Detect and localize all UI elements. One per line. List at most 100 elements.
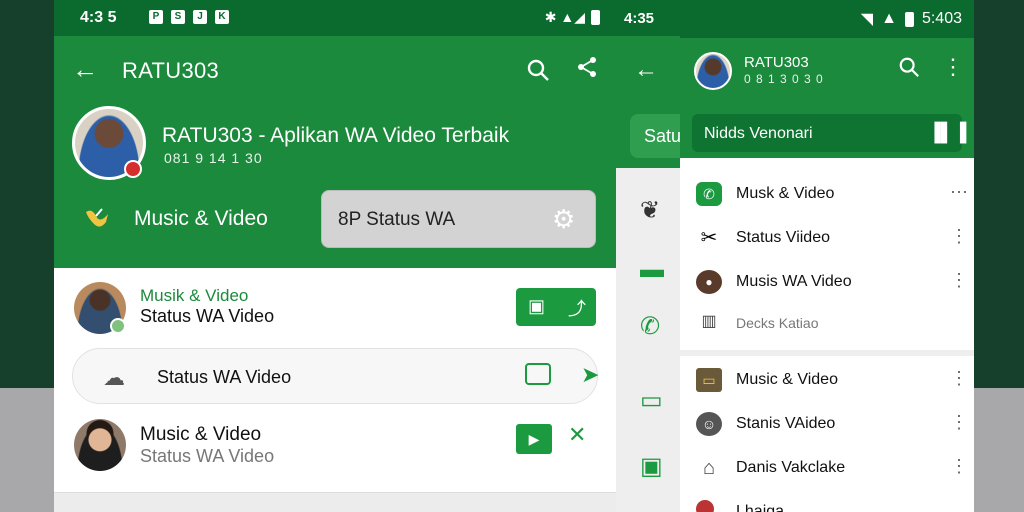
back-arrow-icon[interactable]: ←: [634, 56, 658, 84]
music-note-icon: [86, 208, 108, 227]
wifi-icon: ◥: [860, 11, 874, 28]
tab-chip-label: Satu: [644, 126, 680, 146]
list-item-label: Decks Katiao: [736, 315, 819, 331]
app-header: ← Satu: [616, 36, 680, 168]
list-item-label: Status Viideo: [736, 229, 830, 246]
phone-screen-middle: 4:35 ← Satu ❦ ▬ ✆ ▭ ▣: [616, 0, 680, 512]
list-item-label: Stanis VAideo: [736, 415, 836, 432]
search-bar[interactable]: Nidds Venonari ▐▌▐: [692, 114, 966, 152]
whatsapp-icon: ✆: [696, 182, 722, 206]
status-system-icons: ✱ ▲◢: [545, 9, 600, 26]
online-badge: [110, 318, 126, 334]
list-item[interactable]: Musik & Video Status WA Video ▣ ⤴: [54, 270, 616, 344]
equalizer-icon[interactable]: ▐▌▐: [928, 122, 966, 143]
chat-icon[interactable]: ▣: [528, 296, 545, 317]
header-title: RATU303: [122, 58, 220, 83]
cloud-icon: ☁: [103, 365, 125, 390]
scissors-icon: ✂: [700, 227, 718, 249]
list-item[interactable]: ⌂ Danis Vakclake ⋮: [680, 446, 974, 490]
status-bar: 4:3 5 P S J K ✱ ▲◢: [54, 0, 616, 36]
video-button-icon[interactable]: ▶: [516, 424, 552, 454]
list-item-label: Danis Vakclake: [736, 459, 846, 476]
menu-list: ✆ Musk & Video ⋯ ✂ Status Viideo ⋮ ● Mus…: [680, 162, 974, 344]
bottom-bar: [54, 492, 616, 512]
more-options-icon[interactable]: ⋮: [950, 226, 968, 247]
menu-list: ▭ Music & Video ⋮ ☺ Stanis VAideo ⋮ ⌂ Da…: [680, 350, 974, 512]
list-item[interactable]: ☁ Status WA Video ➤: [54, 348, 616, 404]
list-item-label: Music & Video: [736, 371, 838, 388]
list-item[interactable]: Music & Video Status WA Video ▶ ✕: [54, 410, 616, 482]
video-icon[interactable]: [525, 363, 551, 385]
tab-chip[interactable]: Satu: [630, 114, 680, 158]
avatar: [696, 500, 714, 512]
list-item[interactable]: ▭ Music & Video ⋮: [680, 358, 974, 402]
back-arrow-icon[interactable]: ←: [72, 56, 98, 82]
status-system-icons: ◥ ▲ 5:403: [861, 9, 962, 29]
notification-icon: S: [171, 10, 185, 24]
action-button-group[interactable]: ▣ ⤴: [516, 288, 596, 326]
search-icon[interactable]: [526, 58, 550, 87]
chat-icon[interactable]: ▬: [640, 256, 664, 284]
more-options-icon[interactable]: ⋮: [950, 412, 968, 433]
list-item-title: Music & Video: [140, 424, 262, 445]
share-icon[interactable]: ⤴: [568, 295, 586, 321]
list-item-subtitle: Status WA Video: [140, 306, 275, 326]
more-options-icon[interactable]: ⋮: [950, 368, 968, 389]
phone-screen-main: 4:3 5 P S J K ✱ ▲◢ ← RATU303 RATU303 - A…: [54, 0, 616, 512]
profile-name: RATU303 - Aplikan WA Video Terbaik: [162, 124, 510, 147]
list-item[interactable]: ✆ Musk & Video ⋯: [680, 172, 974, 216]
notification-icon: J: [193, 10, 207, 24]
status-wa-button[interactable]: 8P Status WA ⚙: [321, 190, 596, 248]
app-header: RATU303 0 8 1 3 0 3 0 ⋮ Nidds Venonari ▐…: [680, 38, 974, 158]
status-bar: ◥ ▲ 5:403: [680, 0, 974, 38]
status-wa-label: 8P Status WA: [338, 209, 456, 230]
list-item[interactable]: Lhaiga...: [680, 490, 974, 512]
avatar[interactable]: [694, 52, 732, 90]
notification-icon: P: [149, 10, 163, 24]
list-item-title: Musik & Video: [140, 286, 249, 305]
more-options-icon[interactable]: ⋯: [950, 182, 968, 203]
music-video-label[interactable]: Music & Video: [134, 207, 268, 231]
search-placeholder: Nidds Venonari: [704, 125, 813, 142]
list-item[interactable]: ● Musis WA Video ⋮: [680, 260, 974, 304]
search-icon[interactable]: [898, 56, 920, 83]
dog-icon[interactable]: ❦: [640, 196, 660, 225]
avatar-badge: [124, 160, 142, 178]
home-icon: ⌂: [702, 457, 716, 479]
notification-icon: K: [215, 10, 229, 24]
profile-number: 081 9 14 1 30: [164, 150, 263, 166]
signal-icon: ▲: [881, 10, 897, 27]
status-app-icons: P S J K: [149, 10, 229, 24]
list-item[interactable]: ☺ Stanis VAideo ⋮: [680, 402, 974, 446]
side-icon-strip: ❦ ▬ ✆ ▭ ▣: [616, 168, 680, 512]
list-item-label: Musis WA Video: [736, 273, 852, 290]
list-item-label: Musk & Video: [736, 185, 835, 202]
list-item-subtitle: Status WA Video: [140, 446, 275, 466]
more-options-icon[interactable]: ⋮: [950, 456, 968, 477]
list-item-label: Lhaiga...: [736, 503, 798, 512]
battery-icon: [591, 10, 600, 25]
status-bar: 4:35: [616, 0, 680, 36]
video-icon[interactable]: ▭: [640, 386, 663, 415]
more-options-icon[interactable]: ⋮: [942, 54, 964, 80]
bar-chart-icon: ▥: [701, 313, 717, 330]
battery-icon: [904, 11, 914, 27]
list-item[interactable]: ▥ Decks Katiao: [680, 300, 974, 344]
send-icon[interactable]: ➤: [581, 362, 599, 388]
more-options-icon[interactable]: ⋮: [950, 270, 968, 291]
status-time: 5:403: [921, 10, 962, 27]
status-time: 4:3 5: [80, 9, 117, 26]
chat-bubble-icon: ☺: [696, 412, 722, 436]
profile-name: RATU303: [744, 54, 809, 71]
close-icon[interactable]: ✕: [568, 422, 586, 448]
phone-icon[interactable]: ✆: [640, 312, 660, 341]
photo-icon: ●: [696, 270, 722, 294]
status-icon[interactable]: ▣: [640, 452, 663, 481]
avatar: [74, 419, 126, 471]
share-icon[interactable]: [576, 56, 598, 84]
profile-number: 0 8 1 3 0 3 0: [744, 72, 824, 86]
list-item[interactable]: ✂ Status Viideo ⋮: [680, 216, 974, 260]
gear-icon[interactable]: ⚙: [552, 205, 575, 233]
phone-screen-right: ◥ ▲ 5:403 RATU303 0 8 1 3 0 3 0 ⋮ Nidds …: [680, 0, 974, 512]
list-card[interactable]: ☁ Status WA Video ➤: [72, 348, 599, 404]
